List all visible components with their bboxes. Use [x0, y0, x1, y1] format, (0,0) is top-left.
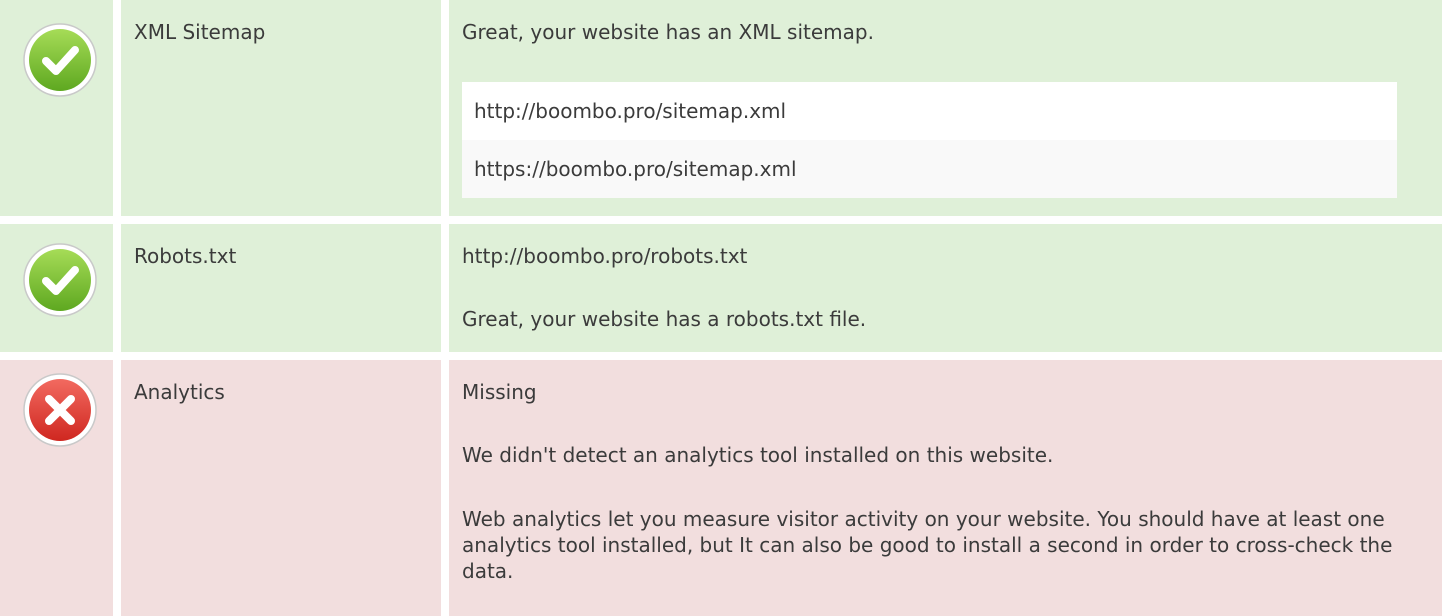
check-message: Great, your website has an XML sitemap.	[462, 20, 874, 44]
check-name-cell: Robots.txt	[121, 224, 441, 352]
result-row-analytics: Analytics Missing We didn't detect an an…	[0, 360, 1442, 616]
check-message: Great, your website has a robots.txt fil…	[462, 307, 867, 331]
check-name: Robots.txt	[134, 244, 237, 268]
sitemap-url-item: https://boombo.pro/sitemap.xml	[462, 140, 1397, 198]
error-circle-icon	[22, 372, 98, 448]
check-name: XML Sitemap	[134, 20, 266, 44]
robots-url: http://boombo.pro/robots.txt	[462, 244, 748, 268]
status-cell	[0, 224, 113, 352]
check-detail-cell: http://boombo.pro/robots.txt Great, your…	[449, 224, 1442, 352]
check-detail-cell: Great, your website has an XML sitemap. …	[449, 0, 1442, 216]
check-name: Analytics	[134, 380, 225, 404]
status-cell	[0, 0, 113, 216]
status-cell	[0, 360, 113, 616]
check-advice: Web analytics let you measure visitor ac…	[462, 507, 1393, 583]
check-state: Missing	[462, 380, 537, 404]
result-row-xml-sitemap: XML Sitemap Great, your website has an X…	[0, 0, 1442, 216]
check-circle-icon	[22, 242, 98, 318]
check-name-cell: Analytics	[121, 360, 441, 616]
check-detail-cell: Missing We didn't detect an analytics to…	[449, 360, 1442, 616]
check-circle-icon	[22, 22, 98, 98]
check-message: We didn't detect an analytics tool insta…	[462, 443, 1054, 467]
check-name-cell: XML Sitemap	[121, 0, 441, 216]
result-row-robots-txt: Robots.txt http://boombo.pro/robots.txt …	[0, 224, 1442, 352]
sitemap-url-item: http://boombo.pro/sitemap.xml	[462, 82, 1397, 140]
